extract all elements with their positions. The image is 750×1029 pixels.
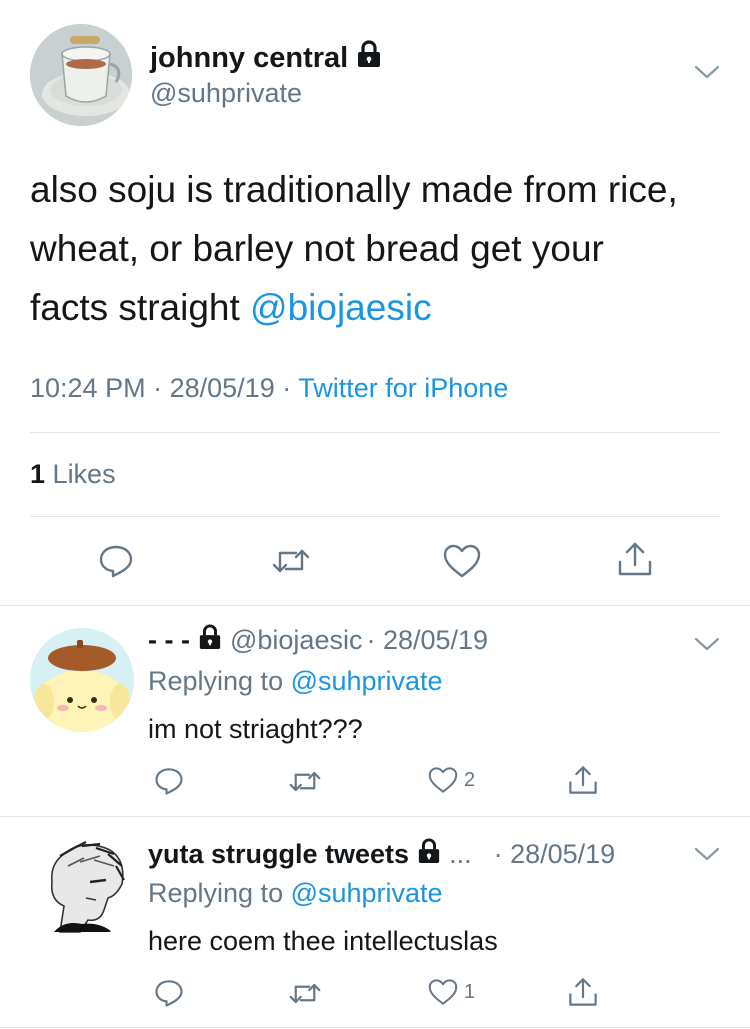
chevron-down-icon[interactable] <box>694 846 720 867</box>
lock-icon <box>417 838 441 871</box>
reply-text: im not striaght??? <box>148 714 363 744</box>
tweet-text-segment: facts straight <box>30 287 251 328</box>
source-link[interactable]: Twitter for iPhone <box>298 373 508 403</box>
like-count: 2 <box>464 768 476 791</box>
retweet-button[interactable] <box>289 768 321 795</box>
reply-button[interactable] <box>154 978 184 1008</box>
like-count: 1 <box>464 980 476 1003</box>
replying-to: Replying to @suhprivate <box>148 878 443 909</box>
separator: · <box>282 373 292 403</box>
display-name[interactable]: johnny central <box>150 40 382 76</box>
divider <box>0 816 750 817</box>
share-icon <box>567 976 599 1008</box>
tweet-text-line: wheat, or barley not bread get your <box>30 228 604 269</box>
tweet-meta: 10:24 PM · 28/05/19 · Twitter for iPhone <box>30 373 508 404</box>
retweet-icon <box>289 768 321 795</box>
retweet-icon <box>289 980 321 1007</box>
avatar[interactable] <box>30 24 132 126</box>
tweet-text-line: also soju is traditionally made from ric… <box>30 169 678 210</box>
divider <box>30 432 720 433</box>
tweet-date: 28/05/19 <box>169 373 275 403</box>
share-icon <box>616 540 654 578</box>
replying-to-label: Replying to <box>148 666 291 696</box>
retweet-button[interactable] <box>272 545 310 577</box>
chevron-down-icon[interactable] <box>694 636 720 657</box>
replying-to: Replying to @suhprivate <box>148 666 443 697</box>
retweet-icon <box>272 545 310 577</box>
divider <box>0 1027 750 1028</box>
replying-to-label: Replying to <box>148 878 291 908</box>
reply-date: · 28/05/19 <box>493 839 616 869</box>
display-name-text: johnny central <box>150 41 349 74</box>
display-name[interactable]: - - - <box>148 625 190 656</box>
like-button[interactable]: 2 <box>428 766 475 794</box>
divider <box>0 605 750 606</box>
lock-icon <box>198 624 222 657</box>
reply-icon <box>98 543 134 579</box>
mention-link[interactable]: @suhprivate <box>291 878 443 908</box>
heart-icon <box>428 978 458 1006</box>
reply-button[interactable] <box>154 766 184 796</box>
share-icon <box>567 764 599 796</box>
reply-icon <box>154 766 184 796</box>
likes-label: Likes <box>52 459 116 489</box>
reply-icon <box>154 978 184 1008</box>
reply-header: - - - @biojaesic · 28/05/19 <box>148 624 488 657</box>
avatar[interactable] <box>30 628 134 732</box>
avatar[interactable] <box>30 836 134 940</box>
separator: · <box>153 373 163 403</box>
retweet-button[interactable] <box>289 980 321 1007</box>
name-truncation: ... <box>449 839 472 869</box>
handle[interactable]: @biojaesic <box>230 625 362 656</box>
likes-summary[interactable]: 1 Likes <box>30 459 116 490</box>
handle[interactable]: @suhprivate <box>150 78 302 109</box>
like-button[interactable]: 1 <box>428 978 475 1006</box>
reply-button[interactable] <box>98 543 134 579</box>
share-button[interactable] <box>567 976 599 1008</box>
like-button[interactable] <box>443 543 481 579</box>
reply-text: here coem thee intellectuslas <box>148 926 498 956</box>
heart-icon <box>428 766 458 794</box>
display-name[interactable]: yuta struggle tweets <box>148 839 409 870</box>
reply-header: yuta struggle tweets ... · 28/05/19 <box>148 838 615 871</box>
mention-link[interactable]: @biojaesic <box>250 287 432 328</box>
mention-link[interactable]: @suhprivate <box>291 666 443 696</box>
chevron-down-icon[interactable] <box>694 64 720 85</box>
share-button[interactable] <box>567 764 599 796</box>
divider <box>30 516 720 517</box>
lock-icon <box>356 40 382 76</box>
tweet-time: 10:24 PM <box>30 373 146 403</box>
tweet-text-line: facts straight @biojaesic <box>30 278 730 337</box>
share-button[interactable] <box>616 540 654 578</box>
reply-date: · 28/05/19 <box>366 625 489 655</box>
tweet-text: also soju is traditionally made from ric… <box>30 160 730 337</box>
heart-icon <box>443 543 481 579</box>
likes-count: 1 <box>30 459 46 489</box>
